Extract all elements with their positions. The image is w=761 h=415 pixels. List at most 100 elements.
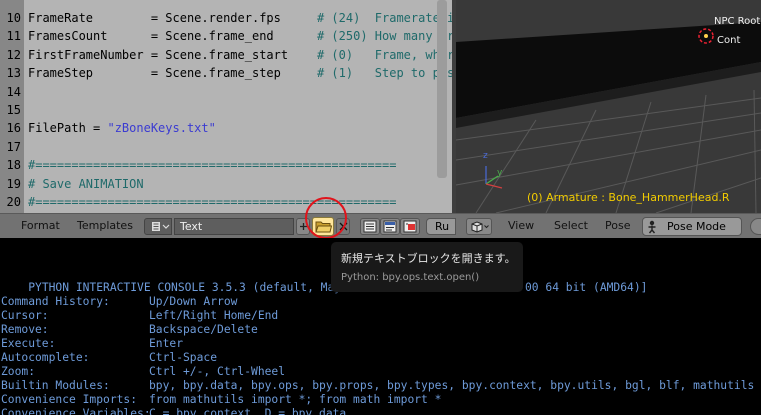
mode-select[interactable]: Pose Mode xyxy=(642,217,742,236)
syntax-highlight-icon xyxy=(403,220,417,233)
console-help-value: Up/Down Arrow xyxy=(149,295,238,308)
console-help-row: Command History: Up/Down Arrow xyxy=(1,295,237,309)
console-help-row: Convenience Imports: from mathutils impor… xyxy=(1,393,441,407)
viewport-scene xyxy=(456,22,761,213)
line-numbers-icon xyxy=(363,220,377,233)
code-line[interactable]: 14 xyxy=(0,83,456,101)
console-help-value: bpy, bpy.data, bpy.ops, bpy.props, bpy.t… xyxy=(149,379,755,392)
code-comment: # (24) Framerate i xyxy=(316,11,455,25)
tooltip: 新規テキストブロックを開きます。 Python: bpy.ops.text.op… xyxy=(331,242,523,292)
highlight-circle xyxy=(305,197,347,239)
syntax-highlight-toggle[interactable] xyxy=(400,218,420,235)
code-line[interactable]: 10 FrameRate = Scene.render.fps # (24) Fr… xyxy=(0,9,456,27)
console-help-value: Ctrl +/-, Ctrl-Wheel xyxy=(149,365,286,378)
console-help-label: Execute: xyxy=(1,337,56,350)
console-help-label: Convenience Imports: xyxy=(1,393,138,406)
select-menu[interactable]: Select xyxy=(554,219,588,232)
line-number: 14 xyxy=(6,84,21,99)
code-statement: FilePath = xyxy=(28,121,108,136)
3d-viewport-header: View Select Pose Pose Mode xyxy=(456,213,761,239)
console-banner-tail: 00 64 bit (AMD64)] xyxy=(525,281,648,294)
code-line[interactable]: 18 #=====================================… xyxy=(0,156,456,174)
code-line[interactable]: 13 FrameStep = Scene.frame_step # (1) Ste… xyxy=(0,64,456,82)
code-text: FrameRate = Scene.render.fps # (24) Fram… xyxy=(28,9,454,27)
line-number: 17 xyxy=(6,139,21,154)
text-datablock-name[interactable]: Text xyxy=(174,218,294,235)
code-text: FrameStep = Scene.frame_step # (1) Step … xyxy=(28,64,454,82)
object-label-npc-root: NPC Root xyxy=(714,16,761,27)
object-label-cont: Cont xyxy=(717,35,741,46)
format-menu[interactable]: Format xyxy=(21,219,60,232)
view-menu[interactable]: View xyxy=(508,219,534,232)
console-help-label: Command History: xyxy=(1,295,110,308)
code-comment: # Save ANIMATION xyxy=(28,176,144,191)
active-object-label: (0) Armature : Bone_HammerHead.R xyxy=(527,191,730,204)
console-help-value: Ctrl-Space xyxy=(149,351,218,364)
3d-viewport[interactable]: NPC Root Cont z y xyxy=(456,0,761,213)
console-help-value: C = bpy.context, D = bpy.data xyxy=(149,407,347,415)
line-number: 11 xyxy=(6,29,21,44)
run-script-button[interactable]: Ru xyxy=(426,218,456,235)
code-comment: # (1) Step to pas xyxy=(316,66,455,81)
text-datablock-icon xyxy=(152,222,170,231)
line-number: 13 xyxy=(6,66,21,81)
templates-menu[interactable]: Templates xyxy=(77,219,133,232)
line-number: 20 xyxy=(6,195,21,209)
code-text: FilePath = "zBoneKeys.txt" xyxy=(28,119,216,137)
console-help-row: Execute: Enter xyxy=(1,337,183,351)
console-help-value: Left/Right Home/End xyxy=(149,309,279,322)
line-number: 12 xyxy=(6,47,21,62)
code-line[interactable]: 12 FirstFrameNumber = Scene.frame_start #… xyxy=(0,46,456,64)
code-line[interactable]: 16 FilePath = "zBoneKeys.txt" xyxy=(0,119,456,137)
line-number: 19 xyxy=(6,176,21,191)
console-help-label: Zoom: xyxy=(1,365,36,378)
console-help-row: Zoom: Ctrl +/-, Ctrl-Wheel xyxy=(1,365,285,379)
code-statement: FramesCount = Scene.frame_end xyxy=(28,29,317,44)
code-text: #=======================================… xyxy=(28,156,396,174)
viewport-shading-select[interactable] xyxy=(750,218,761,235)
console-help-row: Autocomplete: Ctrl-Space xyxy=(1,351,217,365)
code-line[interactable]: 20 #=====================================… xyxy=(0,193,456,211)
code-comment: #=======================================… xyxy=(28,158,397,173)
line-number: 18 xyxy=(6,158,21,173)
code-line[interactable]: 19 # Save ANIMATION xyxy=(0,175,456,193)
word-wrap-icon xyxy=(383,220,397,233)
console-help-label: Builtin Modules: xyxy=(1,379,110,392)
text-editor[interactable]: 10 FrameRate = Scene.render.fps # (24) Fr… xyxy=(0,0,456,213)
code-line[interactable]: 17 xyxy=(0,138,456,156)
console-help-row: Remove: Backspace/Delete xyxy=(1,323,258,337)
code-line[interactable]: 15 xyxy=(0,101,456,119)
text-editor-header: Format Templates Text Ru xyxy=(0,213,456,239)
line-numbers-toggle[interactable] xyxy=(360,218,380,235)
code-text: FramesCount = Scene.frame_end # (250) Ho… xyxy=(28,27,454,45)
tooltip-title: 新規テキストブロックを開きます。 xyxy=(341,252,516,265)
console-help-value: from mathutils import *; from math impor… xyxy=(149,393,442,406)
tooltip-python-path: Python: bpy.ops.text.open() xyxy=(341,272,480,283)
code-text: FirstFrameNumber = Scene.frame_start # (… xyxy=(28,46,454,64)
console-help-row: Cursor: Left/Right Home/End xyxy=(1,309,278,323)
code-text: # Save ANIMATION xyxy=(28,175,144,193)
code-line[interactable]: 11 FramesCount = Scene.frame_end # (250) … xyxy=(0,27,456,45)
console-help-label: Autocomplete: xyxy=(1,351,90,364)
text-datablock-browse[interactable] xyxy=(144,218,172,235)
editor-type-select[interactable] xyxy=(466,218,492,235)
code-comment: # (0) Frame, wher xyxy=(316,47,455,62)
console-help-row: Builtin Modules: bpy, bpy.data, bpy.ops, … xyxy=(1,379,754,393)
code-string: "zBoneKeys.txt" xyxy=(107,121,216,136)
editor-scrollbar[interactable] xyxy=(437,0,447,178)
code-statement: FirstFrameNumber = Scene.frame_start xyxy=(28,47,317,62)
console-help-label: Cursor: xyxy=(1,309,49,322)
mode-select-label: Pose Mode xyxy=(667,220,726,233)
axis-y-label: y xyxy=(497,168,503,178)
console-banner-text: PYTHON INTERACTIVE CONSOLE 3.5.3 (defaul… xyxy=(28,281,342,294)
word-wrap-toggle[interactable] xyxy=(380,218,400,235)
console-help-value: Enter xyxy=(149,337,184,350)
pose-menu[interactable]: Pose xyxy=(605,219,630,232)
code-statement: FrameRate = Scene.render.fps xyxy=(28,11,317,25)
console-banner: PYTHON INTERACTIVE CONSOLE 3.5.3 (defaul… xyxy=(1,267,647,294)
line-number: 15 xyxy=(6,103,21,117)
code-comment: # (250) How many fr xyxy=(316,29,455,44)
console-help-label: Remove: xyxy=(1,323,49,336)
line-number: 10 xyxy=(6,11,21,25)
code-statement: FrameStep = Scene.frame_step xyxy=(28,66,317,81)
